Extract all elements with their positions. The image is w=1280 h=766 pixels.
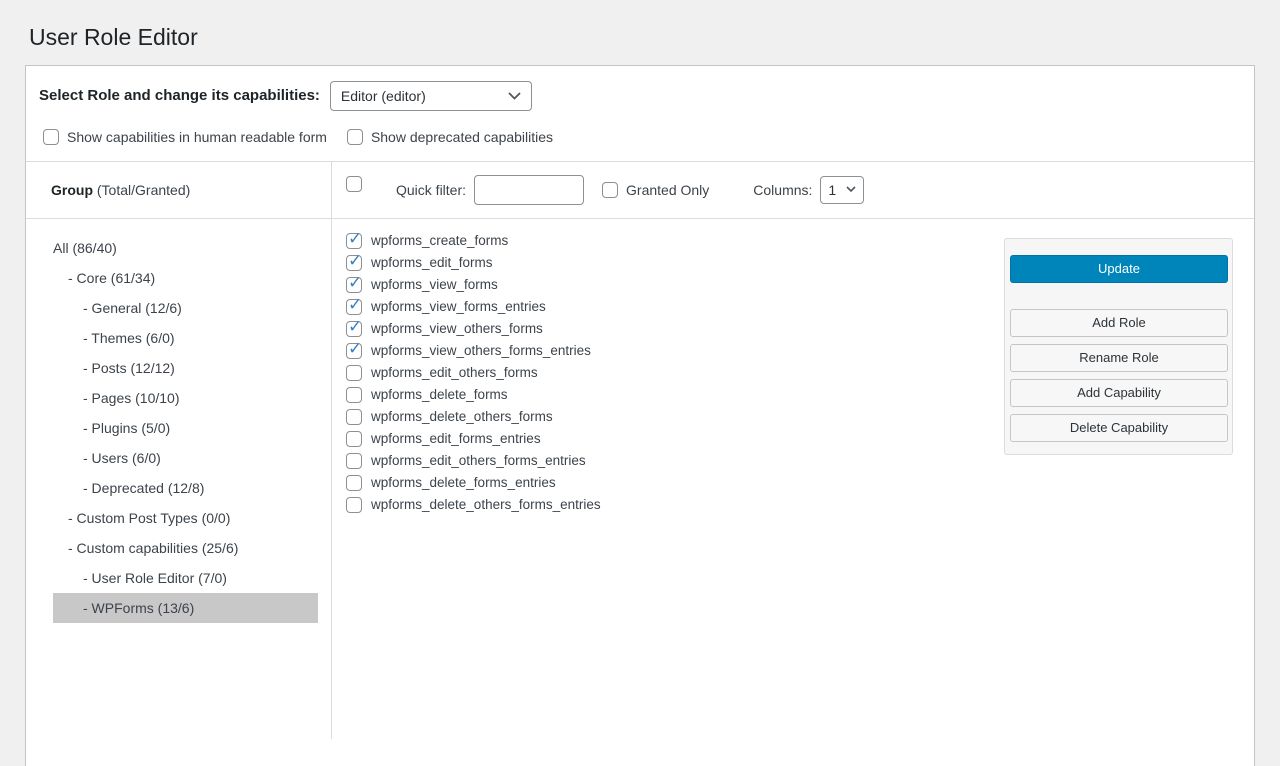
capability-checkbox[interactable] (346, 387, 362, 403)
columns-select[interactable]: 1 (820, 176, 864, 204)
role-select[interactable]: Editor (editor) (330, 81, 532, 111)
capability-row[interactable]: wpforms_view_forms_entries (346, 299, 601, 315)
capability-row[interactable]: wpforms_edit_others_forms (346, 365, 601, 381)
group-tree-item[interactable]: - Deprecated (12/8) (53, 473, 318, 503)
quick-filter-input[interactable] (474, 175, 584, 205)
actions-panel: Update Add Role Rename Role Add Capabili… (1004, 238, 1233, 455)
capabilities-list: wpforms_create_forms wpforms_edit_formswp… (346, 233, 601, 519)
add-role-button[interactable]: Add Role (1010, 309, 1228, 337)
main-content: All (86/40)- Core (61/34)- General (12/6… (26, 219, 1254, 739)
granted-only-checkbox[interactable] (602, 182, 618, 198)
capability-checkbox[interactable] (346, 365, 362, 381)
capability-checkbox[interactable] (346, 255, 362, 271)
group-tree-item[interactable]: - Users (6/0) (53, 443, 318, 473)
quick-filter-bar: Quick filter: Granted Only Columns: 1 (332, 162, 1254, 218)
capability-label: wpforms_view_forms (371, 277, 498, 292)
capability-row[interactable]: wpforms_view_forms (346, 277, 601, 293)
capability-label: wpforms_edit_forms (371, 255, 493, 270)
add-capability-button[interactable]: Add Capability (1010, 379, 1228, 407)
capability-label: wpforms_delete_others_forms (371, 409, 553, 424)
group-tree-item[interactable]: - WPForms (13/6) (53, 593, 318, 623)
capability-checkbox[interactable] (346, 299, 362, 315)
group-tree-item[interactable]: - Themes (6/0) (53, 323, 318, 353)
group-total-granted-label: (Total/Granted) (93, 182, 190, 198)
show-deprecated-checkbox[interactable] (347, 129, 363, 145)
capability-checkbox[interactable] (346, 475, 362, 491)
capability-row[interactable]: wpforms_edit_forms (346, 255, 601, 271)
capability-label: wpforms_edit_others_forms (371, 365, 538, 380)
delete-capability-button[interactable]: Delete Capability (1010, 414, 1228, 442)
group-tree-item[interactable]: - General (12/6) (53, 293, 318, 323)
capability-checkbox[interactable] (346, 409, 362, 425)
group-tree-item[interactable]: - Core (61/34) (53, 263, 318, 293)
group-tree-item[interactable]: All (86/40) (53, 233, 318, 263)
select-all-checkbox[interactable] (346, 176, 362, 192)
capability-row[interactable]: wpforms_create_forms (346, 233, 601, 249)
show-deprecated-label: Show deprecated capabilities (371, 129, 553, 145)
show-human-readable-checkbox[interactable] (43, 129, 59, 145)
capability-label: wpforms_view_forms_entries (371, 299, 546, 314)
filter-row: Group (Total/Granted) Quick filter: Gran… (26, 162, 1254, 218)
capability-label: wpforms_delete_forms (371, 387, 508, 402)
group-tree-item[interactable]: - Posts (12/12) (53, 353, 318, 383)
capabilities-area: wpforms_create_forms wpforms_edit_formswp… (332, 219, 1254, 739)
group-tree-item[interactable]: - Plugins (5/0) (53, 413, 318, 443)
capability-checkbox[interactable] (346, 431, 362, 447)
select-role-label: Select Role and change its capabilities: (39, 87, 320, 104)
group-tree-item[interactable]: - Custom capabilities (25/6) (53, 533, 318, 563)
group-tree-item[interactable]: - Custom Post Types (0/0) (53, 503, 318, 533)
capability-label: wpforms_view_others_forms_entries (371, 343, 591, 358)
capability-row[interactable]: wpforms_delete_forms (346, 387, 601, 403)
capability-checkbox[interactable] (346, 321, 362, 337)
capability-label: wpforms_create_forms (371, 233, 508, 248)
group-tree-item[interactable]: - Pages (10/10) (53, 383, 318, 413)
capability-label: wpforms_delete_forms_entries (371, 475, 556, 490)
role-select-row: Select Role and change its capabilities:… (26, 66, 1254, 111)
rename-role-button[interactable]: Rename Role (1010, 344, 1228, 372)
page-title: User Role Editor (0, 0, 1280, 65)
display-options-row: Show capabilities in human readable form… (26, 111, 1254, 161)
capability-row[interactable]: wpforms_view_others_forms_entries (346, 343, 601, 359)
group-tree-item[interactable]: - User Role Editor (7/0) (53, 563, 318, 593)
chevron-down-icon (508, 92, 521, 100)
granted-only-label: Granted Only (626, 182, 709, 198)
capability-row[interactable]: wpforms_delete_others_forms_entries (346, 497, 601, 513)
capability-label: wpforms_edit_forms_entries (371, 431, 541, 446)
group-tree: All (86/40)- Core (61/34)- General (12/6… (26, 219, 332, 739)
capability-row[interactable]: wpforms_edit_others_forms_entries (346, 453, 601, 469)
show-human-readable-label: Show capabilities in human readable form (67, 129, 327, 145)
capability-row[interactable]: wpforms_edit_forms_entries (346, 431, 601, 447)
capability-label: wpforms_delete_others_forms_entries (371, 497, 601, 512)
user-role-editor-panel: Select Role and change its capabilities:… (25, 65, 1255, 766)
capability-row[interactable]: wpforms_delete_forms_entries (346, 475, 601, 491)
capability-label: wpforms_view_others_forms (371, 321, 543, 336)
group-column-header: Group (Total/Granted) (26, 162, 332, 218)
group-label: Group (51, 182, 93, 198)
capability-checkbox[interactable] (346, 497, 362, 513)
role-select-value: Editor (editor) (341, 88, 426, 104)
columns-label: Columns: (753, 182, 812, 198)
update-button[interactable]: Update (1010, 255, 1228, 283)
chevron-down-icon (846, 186, 856, 193)
capability-label: wpforms_edit_others_forms_entries (371, 453, 586, 468)
columns-select-value: 1 (828, 182, 836, 198)
capability-checkbox[interactable] (346, 343, 362, 359)
capability-checkbox[interactable] (346, 453, 362, 469)
capability-row[interactable]: wpforms_view_others_forms (346, 321, 601, 337)
quick-filter-label: Quick filter: (396, 182, 466, 198)
capability-checkbox[interactable] (346, 277, 362, 293)
capability-row[interactable]: wpforms_delete_others_forms (346, 409, 601, 425)
capability-checkbox[interactable] (346, 233, 362, 249)
